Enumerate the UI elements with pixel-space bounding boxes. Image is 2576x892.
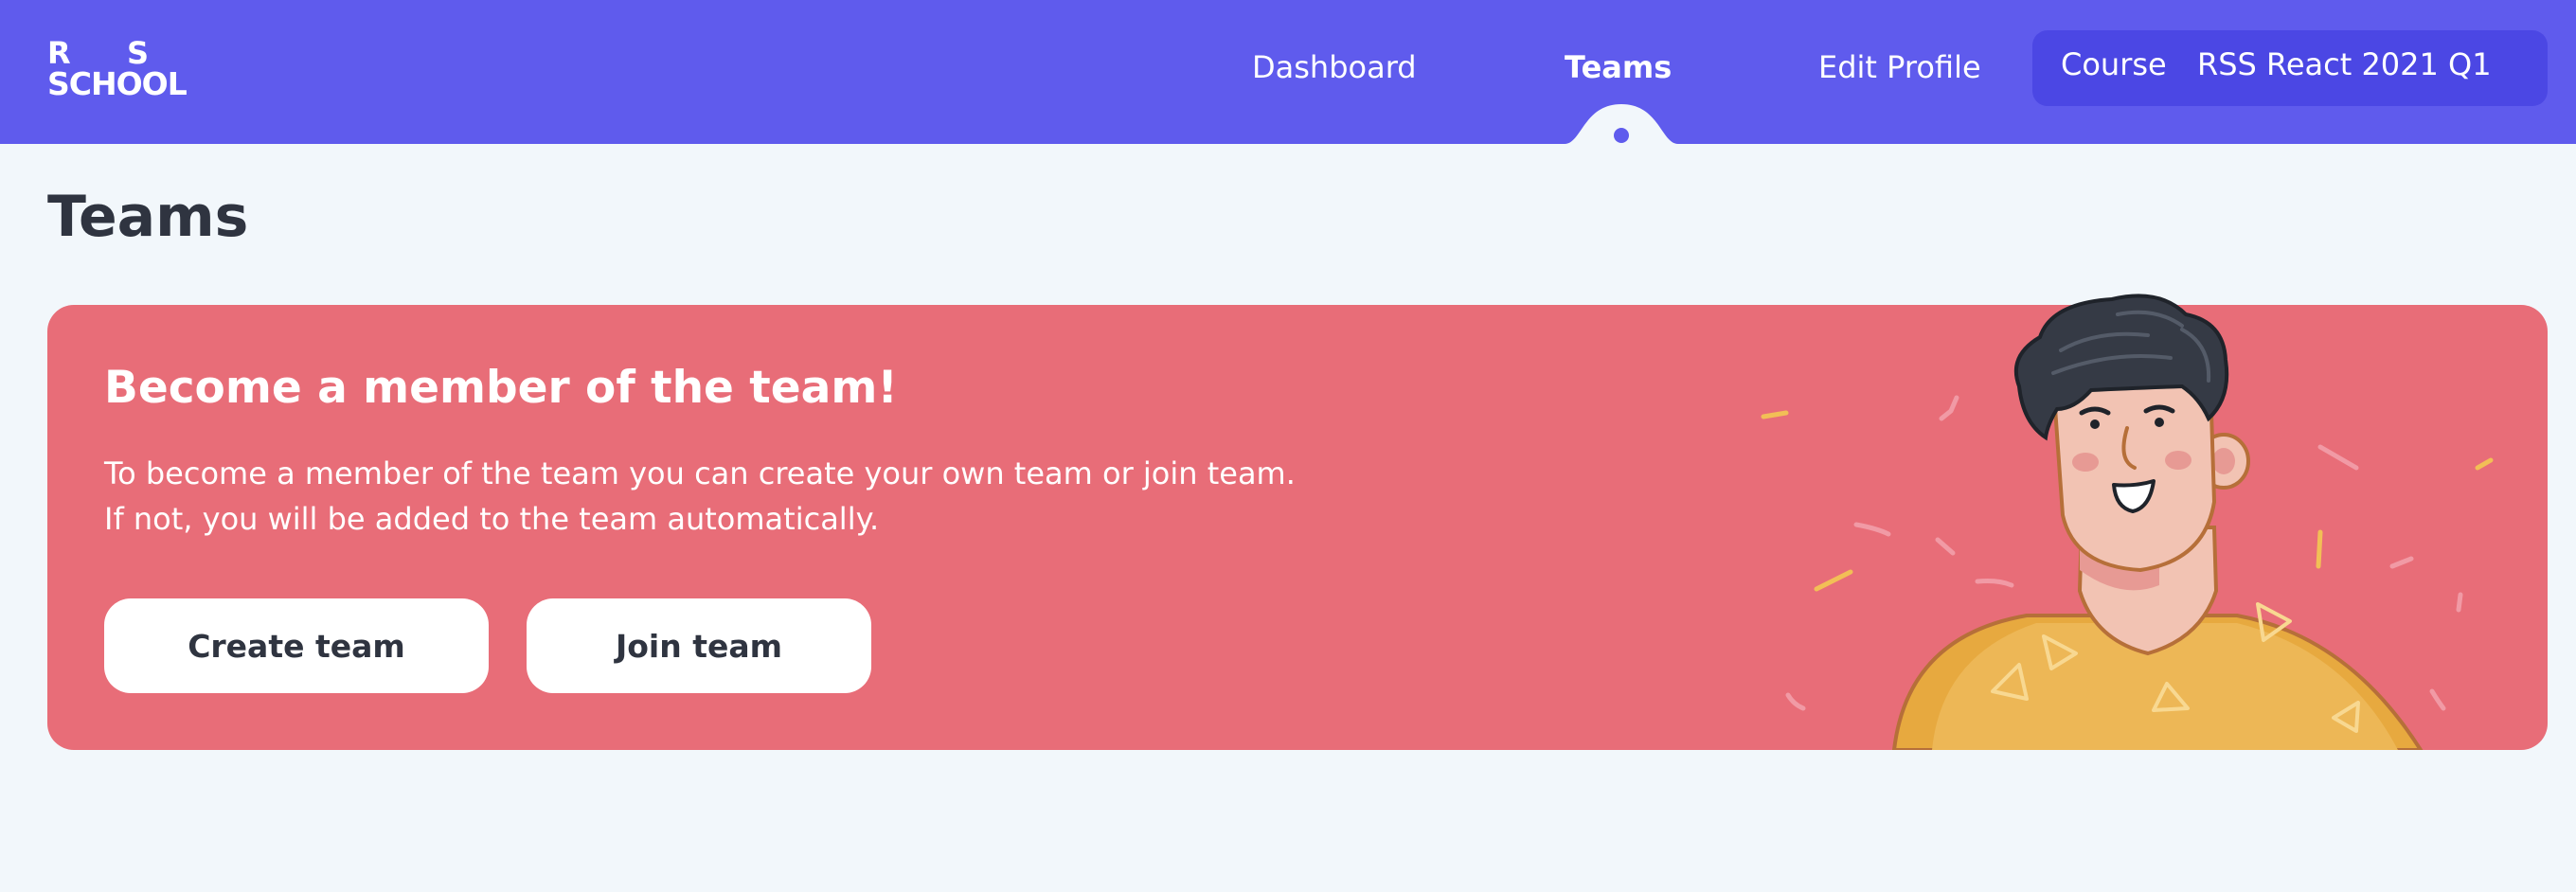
- smiling-person-illustration: [1761, 294, 2494, 750]
- banner-description: To become a member of the team you can c…: [104, 451, 1296, 542]
- team-membership-banner: Become a member of the team! To become a…: [47, 294, 2548, 750]
- page-title: Teams: [47, 184, 249, 250]
- course-select-value: RSS React 2021 Q1: [2197, 46, 2492, 82]
- create-team-button[interactable]: Create team: [104, 598, 489, 693]
- nav-dashboard[interactable]: Dashboard: [1252, 45, 1417, 89]
- course-select-label: Course: [2061, 46, 2167, 82]
- join-team-button[interactable]: Join team: [527, 598, 871, 693]
- top-header: R S SCHOOL Dashboard Teams Edit Profile …: [0, 0, 2576, 146]
- logo-letter-s: S: [127, 35, 150, 71]
- course-select[interactable]: Course RSS React 2021 Q1: [2032, 30, 2548, 106]
- logo-school-text: SCHOOL: [47, 65, 188, 102]
- rs-school-logo[interactable]: R S SCHOOL: [47, 38, 208, 100]
- banner-title: Become a member of the team!: [104, 362, 898, 414]
- nav-edit-profile[interactable]: Edit Profile: [1818, 45, 1981, 89]
- tab-notch-icon: [1565, 104, 1678, 146]
- banner-description-line-1: To become a member of the team you can c…: [104, 455, 1296, 491]
- banner-description-line-2: If not, you will be added to the team au…: [104, 501, 880, 537]
- logo-letter-r: R: [47, 35, 71, 71]
- nav-teams[interactable]: Teams: [1565, 45, 1672, 89]
